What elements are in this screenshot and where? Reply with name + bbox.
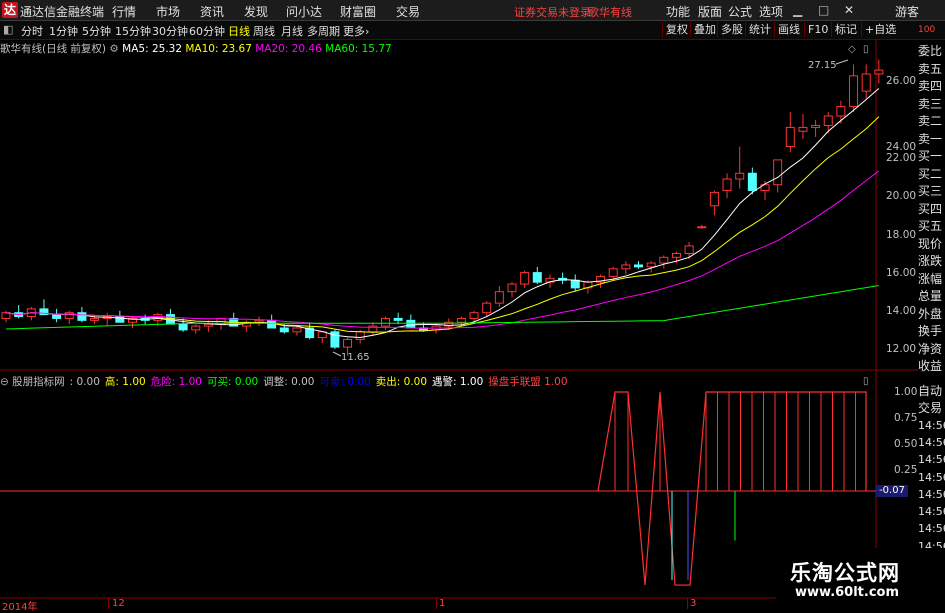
candle-body: [570, 279, 580, 289]
candle-body: [178, 323, 188, 331]
candle-body: [849, 75, 859, 107]
candle-body: [722, 178, 732, 191]
candle-body: [773, 159, 783, 186]
candle-body: [343, 338, 353, 348]
ma10-line: [5, 116, 880, 333]
candle-body: [646, 262, 656, 268]
candle-body: [874, 69, 884, 75]
ind-ytick-025: 0.25: [894, 464, 918, 476]
ma5-line: [5, 88, 880, 339]
time-sep: [687, 598, 688, 609]
candle-body: [836, 105, 846, 117]
time-tick-2014: 2014年: [2, 602, 38, 613]
ind-ytick-1: 1.00: [894, 386, 918, 398]
candles-layer: [1, 59, 884, 356]
candle-body: [747, 172, 757, 191]
candle-body: [52, 314, 62, 319]
kline-chart[interactable]: 27.15 11.65 ◇ ▯ ▯: [0, 0, 945, 609]
candle-body: [811, 125, 821, 128]
candle-body: [735, 172, 745, 180]
candle-body: [709, 191, 719, 207]
quote-field: 收益: [918, 359, 943, 373]
high-mark-pointer: [835, 59, 849, 65]
candle-body: [684, 245, 694, 255]
indicator-panel-icon[interactable]: ▯: [863, 376, 869, 387]
watermark-title: 乐淘公式网: [790, 561, 900, 585]
candle-body: [823, 115, 833, 127]
candle-body: [697, 226, 707, 229]
ytick-26: 26.00: [886, 75, 917, 87]
watermark-url: www.60lt.com: [795, 585, 900, 600]
ind-ytick-050: 0.50: [894, 438, 918, 450]
ma20-line: [5, 170, 880, 329]
candle-body: [381, 317, 390, 327]
current-value-box: -0.07: [876, 485, 908, 497]
candle-body: [406, 319, 416, 329]
ytick-14: 14.00: [886, 305, 917, 317]
low-mark-pointer: [332, 351, 342, 357]
candle-body: [798, 126, 808, 132]
candle-body: [77, 312, 87, 321]
candle-body: [469, 312, 479, 319]
candle-body: [292, 327, 302, 333]
candle-body: [456, 317, 466, 323]
time-tick-1: 1: [439, 598, 446, 609]
corner-label: 100: [918, 25, 936, 35]
ma-lines-layer: [5, 88, 880, 339]
ytick-22: 22.00: [886, 152, 917, 164]
candle-body: [393, 317, 403, 321]
ytick-18: 18.00: [886, 229, 917, 241]
panel-icon[interactable]: ▯: [863, 44, 869, 55]
candle-body: [279, 327, 289, 333]
candle-body: [659, 256, 669, 264]
candle-body: [608, 268, 618, 277]
candle-body: [532, 272, 542, 283]
candle-body: [634, 264, 643, 268]
time-sep: [108, 598, 109, 609]
ytick-20: 20.00: [886, 190, 917, 202]
candle-body: [482, 302, 492, 314]
time-tick-3: 3: [690, 598, 697, 609]
candle-body: [191, 325, 201, 331]
ytick-12: 12.00: [886, 343, 917, 355]
candle-body: [520, 272, 530, 285]
candle-body: [494, 291, 504, 304]
candle-body: [507, 283, 517, 293]
time-sep: [436, 598, 437, 609]
ind-ytick-075: 0.75: [894, 412, 918, 424]
candle-body: [90, 317, 100, 321]
time-tick-12: 12: [112, 598, 125, 609]
candle-body: [355, 331, 365, 340]
low-mark: 11.65: [341, 352, 370, 363]
candle-body: [785, 126, 795, 148]
candle-body: [621, 264, 631, 270]
high-mark: 27.15: [808, 60, 837, 71]
ytick-16: 16.00: [886, 267, 917, 279]
diamond-icon[interactable]: ◇: [848, 44, 856, 55]
candle-body: [861, 73, 871, 92]
candle-body: [671, 253, 681, 258]
